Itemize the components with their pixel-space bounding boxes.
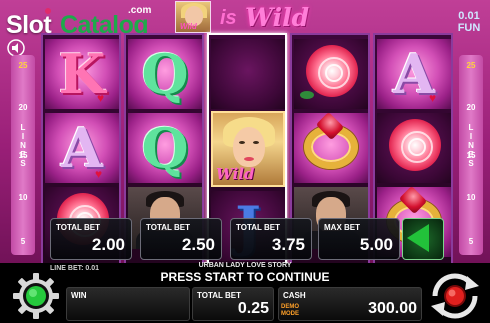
bet-option-label: MAX BET <box>324 223 360 232</box>
wild-banner-is: is <box>220 7 237 29</box>
bet-option-max[interactable]: MAX BET 5.00 <box>318 218 400 260</box>
settings-gear-icon[interactable] <box>10 270 62 322</box>
line-number-right-10[interactable]: 10 <box>459 193 483 202</box>
wild-lady-thumbnail: Wild <box>175 1 211 33</box>
lines-label-right: LINES <box>459 123 483 170</box>
demo-mode-label: DEMO MODE <box>281 304 299 317</box>
bet-option-label: TOTAL BET <box>146 223 190 232</box>
symbol-rose <box>294 39 368 109</box>
line-number-right-5[interactable]: 5 <box>459 237 483 246</box>
line-number-left-20[interactable]: 20 <box>11 103 35 112</box>
lines-label-left: LINES <box>11 123 35 170</box>
bet-option-value: 2.50 <box>181 235 215 254</box>
bet-option-label: TOTAL BET <box>56 223 100 232</box>
bet-option-2[interactable]: TOTAL BET 2.50 <box>140 218 222 260</box>
line-number-right-15[interactable]: 15 <box>459 151 483 160</box>
symbol-letter: A <box>61 116 103 180</box>
bet-option-3[interactable]: TOTAL BET 3.75 <box>230 218 312 260</box>
symbol-blank <box>211 39 285 109</box>
symbol-letter: Q <box>141 42 189 106</box>
line-number-left-25[interactable]: 25 <box>11 61 35 70</box>
bet-option-value: 3.75 <box>271 235 305 254</box>
bet-option-label: TOTAL BET <box>236 223 280 232</box>
cash-label: CASH <box>283 291 306 300</box>
wild-mini-label: Wild <box>180 22 197 31</box>
lines-label-text-left: LINES <box>18 123 28 168</box>
symbol-wild-lady: Wild <box>211 111 285 187</box>
lines-label-text-right: LINES <box>466 123 476 168</box>
rose-icon <box>389 119 441 171</box>
heart-icon: ♥ <box>95 167 103 181</box>
logo-dot <box>45 8 51 14</box>
symbol-a: A ♥ <box>377 39 451 109</box>
cash-value: 300.00 <box>368 300 417 317</box>
bet-option-1[interactable]: TOTAL BET 2.00 <box>50 218 132 260</box>
symbol-ring <box>294 111 368 183</box>
rose-icon <box>306 45 358 97</box>
wild-symbol-text: Wild <box>216 165 255 183</box>
spin-button[interactable] <box>427 270 483 322</box>
symbol-letter: Q <box>141 116 189 180</box>
logo-com-text: .com <box>128 5 152 16</box>
heart-icon: ♥ <box>429 91 437 105</box>
game-screen: Slot Catalog .com Wild is Wild 0.01 FUN … <box>0 0 490 323</box>
coin-value: 0.01 <box>458 10 480 22</box>
coin-unit: FUN <box>457 22 481 34</box>
game-name: URBAN LADY LOVE STORY <box>198 262 292 269</box>
total-bet-label: TOTAL BET <box>197 291 241 300</box>
heart-icon: ♥ <box>97 91 105 105</box>
line-number-left-5[interactable]: 5 <box>11 237 35 246</box>
wild-banner-wild: Wild <box>245 3 310 32</box>
total-bet-box: TOTAL BET 0.25 <box>192 287 274 321</box>
line-number-left-10[interactable]: 10 <box>11 193 35 202</box>
symbol-k: K ♥ <box>45 39 119 109</box>
wild-info-banner: Wild is Wild <box>175 1 325 33</box>
bet-option-value: 5.00 <box>359 235 393 254</box>
play-arrow-icon <box>407 224 429 252</box>
symbol-q: Q <box>128 113 202 183</box>
win-box: WIN <box>66 287 190 321</box>
symbol-a: A ♥ <box>45 113 119 183</box>
bet-option-value: 2.00 <box>91 235 125 254</box>
lines-column-right: 25 20 LINES 15 10 5 <box>459 55 483 255</box>
win-label: WIN <box>71 291 87 300</box>
symbol-q: Q <box>128 39 202 109</box>
cash-box: CASH DEMO MODE 300.00 <box>278 287 422 321</box>
symbol-rose <box>377 113 451 183</box>
lines-column-left: 25 20 LINES 15 10 5 <box>11 55 35 255</box>
line-number-right-25[interactable]: 25 <box>459 61 483 70</box>
status-message: PRESS START TO CONTINUE <box>160 270 330 284</box>
line-number-left-15[interactable]: 15 <box>11 151 35 160</box>
coin-value-button[interactable]: 0.01 FUN <box>452 10 486 34</box>
total-bet-value: 0.25 <box>237 300 269 317</box>
line-number-right-20[interactable]: 20 <box>459 103 483 112</box>
